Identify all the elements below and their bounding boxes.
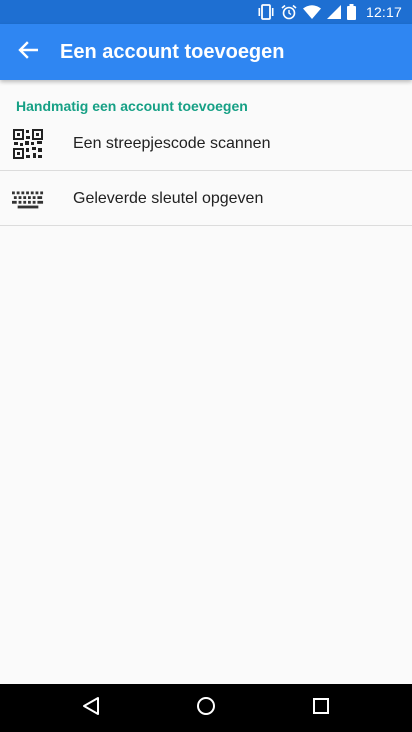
nav-back-button[interactable] xyxy=(79,696,103,720)
status-time: 12:17 xyxy=(365,4,402,20)
home-circle-icon xyxy=(196,696,216,721)
qr-code-icon xyxy=(12,129,44,159)
alarm-icon xyxy=(281,4,297,20)
back-button[interactable] xyxy=(16,40,40,64)
battery-icon xyxy=(346,4,356,20)
section-header: Handmatig een account toevoegen xyxy=(16,98,248,114)
keyboard-icon xyxy=(12,184,44,214)
nav-recents-button[interactable] xyxy=(309,696,333,720)
status-bar: 12:17 xyxy=(0,0,412,24)
vibrate-icon xyxy=(257,4,275,20)
list-item-enter-key[interactable]: Geleverde sleutel opgeven xyxy=(0,172,412,226)
signal-icon xyxy=(326,5,341,19)
nav-home-button[interactable] xyxy=(194,696,218,720)
app-bar: Een account toevoegen xyxy=(0,24,412,80)
page-title: Een account toevoegen xyxy=(60,41,285,63)
list-item-label: Geleverde sleutel opgeven xyxy=(73,190,264,207)
list-item-scan-barcode[interactable]: Een streepjescode scannen xyxy=(0,117,412,171)
wifi-icon xyxy=(302,5,321,19)
list-item-label: Een streepjescode scannen xyxy=(73,135,271,152)
navigation-bar xyxy=(0,684,412,732)
status-icons: 12:17 xyxy=(257,0,402,24)
arrow-left-icon xyxy=(18,40,39,64)
recents-square-icon xyxy=(312,697,330,720)
back-triangle-icon xyxy=(82,696,100,721)
